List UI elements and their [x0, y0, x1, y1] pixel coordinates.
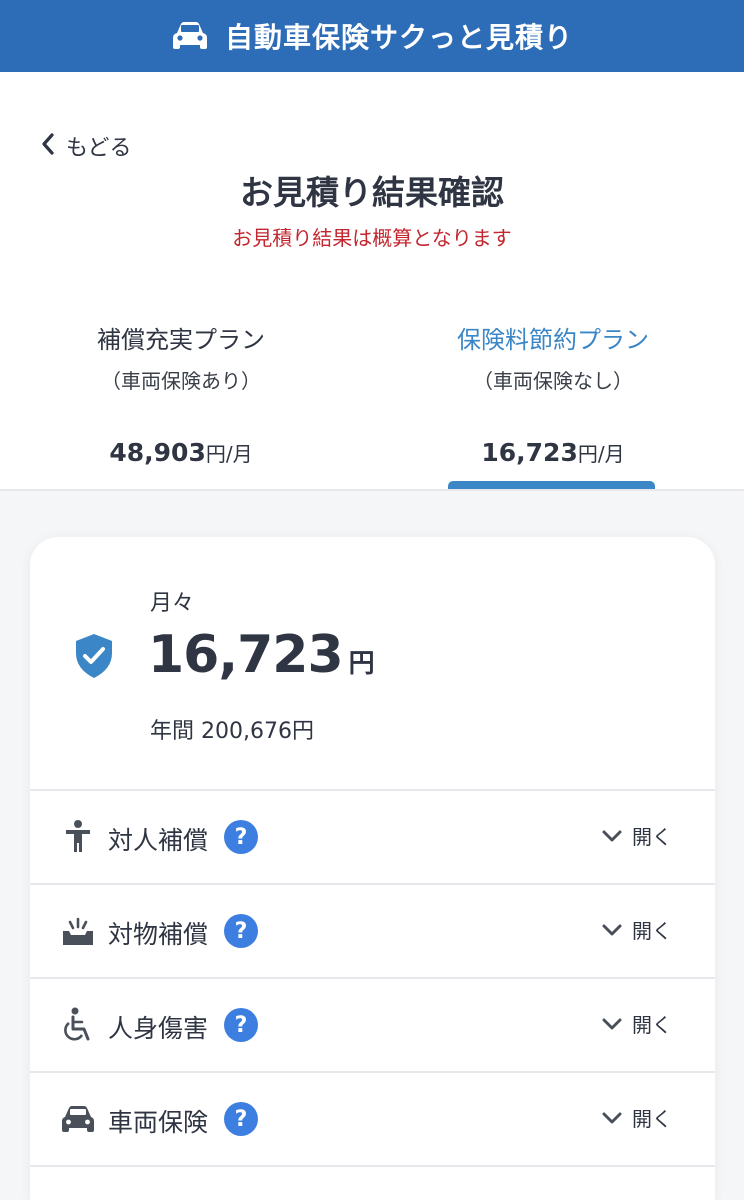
- app-title: 自動車保険サクっと見積り: [224, 21, 573, 54]
- plan-name: 保険料節約プラン: [457, 326, 649, 354]
- plan-subtitle: （車両保険あり）: [101, 369, 261, 393]
- coverage-label: 車両保険: [108, 1108, 209, 1137]
- chevron-down-icon: [602, 1112, 622, 1123]
- wheelchair-icon: [60, 1007, 96, 1043]
- plan-price: 16,723円/月: [372, 438, 734, 467]
- expand-label: 開く: [632, 1107, 672, 1131]
- expand-toggle[interactable]: 開く: [602, 1103, 672, 1132]
- help-icon[interactable]: ?: [224, 1008, 258, 1042]
- estimate-card: 月々 16,723 円 年間 200,676円 対人補償 ? 開く 対物補償 ?…: [30, 537, 715, 1200]
- expand-label: 開く: [632, 825, 672, 849]
- chevron-down-icon: [602, 924, 622, 935]
- plan-name: 補償充実プラン: [97, 326, 265, 354]
- currency-label: 円: [348, 649, 375, 679]
- back-link[interactable]: もどる: [40, 128, 132, 164]
- coverage-row-property-damage[interactable]: 対物補償 ? 開く: [30, 883, 715, 978]
- plan-price: 48,903円/月: [0, 438, 362, 467]
- expand-toggle[interactable]: 開く: [602, 821, 672, 850]
- page-title: お見積り結果確認: [240, 173, 504, 212]
- help-icon[interactable]: ?: [224, 1102, 258, 1136]
- coverage-label: 人身傷害: [108, 1014, 209, 1043]
- coverage-row-bodily-injury[interactable]: 対人補償 ? 開く: [30, 789, 715, 884]
- expand-toggle[interactable]: 開く: [602, 1009, 672, 1038]
- tab-full-coverage-plan[interactable]: 補償充実プラン （車両保険あり） 48,903円/月: [0, 316, 362, 490]
- plan-price-unit: 円/月: [205, 442, 253, 466]
- expand-label: 開く: [632, 919, 672, 943]
- premium-summary: 月々 16,723 円 年間 200,676円: [30, 537, 715, 789]
- shield-check-icon: [74, 633, 114, 683]
- coverage-label: 対物補償: [108, 920, 209, 949]
- collision-icon: [60, 913, 96, 949]
- plan-price-value: 16,723: [481, 438, 578, 467]
- monthly-label: 月々: [150, 591, 195, 616]
- expand-label: 開く: [632, 1013, 672, 1037]
- plan-price-value: 48,903: [109, 438, 206, 467]
- person-icon: [60, 819, 96, 855]
- plan-subtitle: （車両保険なし）: [473, 369, 633, 393]
- estimate-notice: お見積り結果は概算となります: [232, 226, 512, 250]
- coverage-row-personal-injury[interactable]: 人身傷害 ? 開く: [30, 977, 715, 1072]
- monthly-amount-value: 16,723: [148, 625, 344, 685]
- expand-toggle[interactable]: 開く: [602, 915, 672, 944]
- tab-saving-plan[interactable]: 保険料節約プラン （車両保険なし） 16,723円/月: [372, 316, 734, 490]
- chevron-down-icon: [602, 1018, 622, 1029]
- coverage-row-vehicle[interactable]: 車両保険 ? 開く: [30, 1071, 715, 1166]
- chevron-down-icon: [602, 830, 622, 841]
- chevron-left-icon: [40, 133, 56, 159]
- monthly-amount: 16,723 円: [148, 625, 375, 685]
- car-icon: [60, 1101, 96, 1137]
- plan-price-unit: 円/月: [577, 442, 625, 466]
- app-header: 自動車保険サクっと見積り: [0, 0, 744, 72]
- car-icon: [171, 21, 209, 51]
- help-icon[interactable]: ?: [224, 820, 258, 854]
- coverage-row-next[interactable]: [30, 1165, 715, 1200]
- help-icon[interactable]: ?: [224, 914, 258, 948]
- annual-amount: 年間 200,676円: [150, 719, 314, 744]
- back-label: もどる: [66, 136, 132, 161]
- coverage-label: 対人補償: [108, 826, 209, 855]
